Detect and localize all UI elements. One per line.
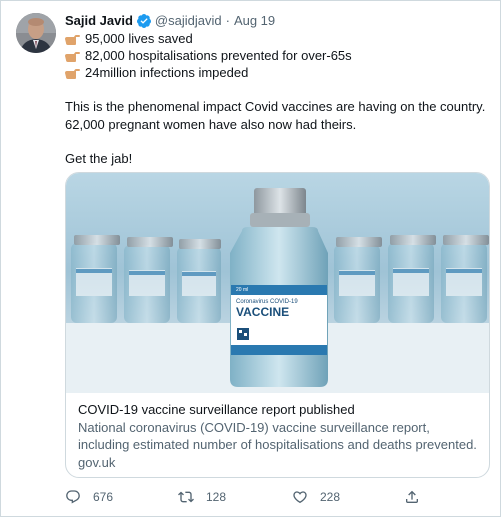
stat-infections: 24million infections impeded [85,64,249,80]
link-card-title: COVID-19 vaccine surveillance report pub… [78,402,355,417]
pointing-hand-icon [65,50,80,62]
paragraph-line: This is the phenomenal impact Covid vacc… [65,99,486,114]
tweet-paragraph: This is the phenomenal impact Covid vacc… [65,98,490,133]
retweet-count: 128 [206,490,227,504]
pointing-hand-icon [65,33,80,45]
tweet[interactable]: Sajid Javid @sajidjavid · Aug 19 95,000 … [0,0,501,517]
separator-dot: · [225,13,230,28]
list-item: 24million infections impeded [65,64,490,81]
link-card-text: COVID-19 vaccine surveillance report pub… [78,401,478,471]
reply-icon [66,490,80,504]
pointing-hand-icon [65,67,80,79]
like-button[interactable]: 228 [292,489,340,505]
reply-button[interactable]: 676 [65,489,113,505]
retweet-button[interactable]: 128 [178,489,226,505]
vial-label-line2: VACCINE [236,305,289,319]
author-handle[interactable]: @sajidjavid [155,12,222,30]
tweet-timestamp[interactable]: Aug 19 [234,12,275,30]
retweet-icon [178,491,194,503]
vial-volume-text: 20 ml [236,287,248,293]
tweet-body: 95,000 lives saved 82,000 hospitalisatio… [65,30,490,168]
stat-lives-saved: 95,000 lives saved [85,30,193,46]
author-name[interactable]: Sajid Javid [65,12,133,30]
avatar-image [16,13,56,53]
heart-icon [293,491,307,504]
link-card-description: National coronavirus (COVID-19) vaccine … [78,419,477,453]
tweet-actions: 676 128 228 [65,489,485,509]
share-button[interactable] [404,489,432,505]
link-card-domain: gov.uk [78,454,116,470]
verified-badge-icon [136,13,152,29]
like-count: 228 [320,490,341,504]
list-item: 82,000 hospitalisations prevented for ov… [65,47,490,64]
tweet-header: Sajid Javid @sajidjavid · Aug 19 [65,12,275,30]
link-card[interactable]: 20 ml Coronavirus COVID-19 VACCINE COVID… [65,172,490,478]
paragraph-line: 62,000 pregnant women have also now had … [65,116,357,132]
reply-count: 676 [93,490,114,504]
avatar[interactable] [16,13,56,53]
stat-hospitalisations: 82,000 hospitalisations prevented for ov… [85,47,352,63]
vaccine-vial-image: 20 ml Coronavirus COVID-19 VACCINE [66,173,489,393]
share-icon [406,490,418,503]
call-to-action-text: Get the jab! [65,151,133,166]
list-item: 95,000 lives saved [65,30,490,47]
